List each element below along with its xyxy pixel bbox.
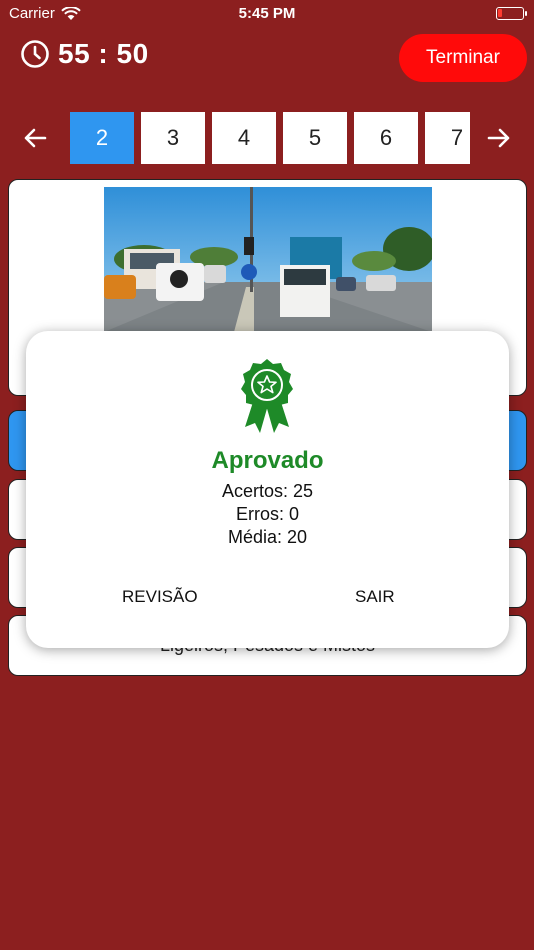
previous-question-button[interactable] bbox=[17, 118, 53, 158]
review-button[interactable]: REVISÃO bbox=[122, 587, 198, 607]
battery-level bbox=[498, 9, 502, 17]
hits-count: Acertos: 25 bbox=[221, 481, 314, 501]
result-modal: Aprovado Acertos: 25 Erros: 0 Média: 20 … bbox=[26, 331, 509, 648]
page-button-6[interactable]: 6 bbox=[354, 112, 418, 164]
status-time: 5:45 PM bbox=[238, 5, 296, 22]
exit-button[interactable]: SAIR bbox=[355, 587, 395, 607]
pager-strip: 2 3 4 5 6 7 bbox=[70, 112, 470, 164]
timer-value: 55 : 50 bbox=[58, 38, 149, 69]
page-button-5[interactable]: 5 bbox=[283, 112, 347, 164]
page-button-3[interactable]: 3 bbox=[141, 112, 205, 164]
result-title: Aprovado bbox=[211, 447, 324, 474]
page-button-4[interactable]: 4 bbox=[212, 112, 276, 164]
award-ribbon-icon bbox=[241, 359, 293, 433]
arrow-left-icon bbox=[24, 128, 47, 148]
clock-icon bbox=[21, 40, 49, 68]
battery-icon bbox=[496, 7, 527, 20]
question-pager: 2 3 4 5 6 7 bbox=[70, 112, 470, 164]
exam-timer: 55 : 50 bbox=[20, 38, 149, 70]
road-traffic-photo bbox=[104, 187, 432, 332]
finish-button[interactable]: Terminar bbox=[399, 34, 527, 82]
page-button-7[interactable]: 7 bbox=[425, 112, 470, 164]
page-button-2[interactable]: 2 bbox=[70, 112, 134, 164]
status-bar: Carrier 5:45 PM bbox=[0, 0, 534, 28]
errors-count: Erros: 0 bbox=[235, 504, 300, 524]
arrow-right-icon bbox=[487, 128, 510, 148]
average-score: Média: 20 bbox=[227, 527, 308, 547]
next-question-button[interactable] bbox=[481, 118, 517, 158]
